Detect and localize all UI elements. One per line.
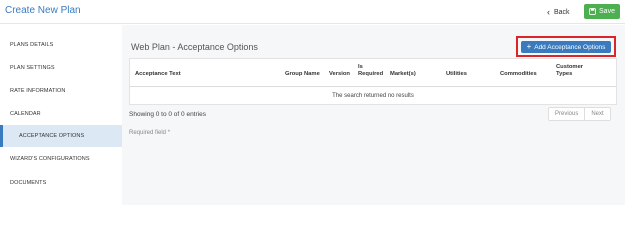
save-button[interactable]: Save	[584, 4, 620, 19]
column-header-utilities[interactable]: Utilities	[446, 71, 467, 78]
sidebar-item-label: ACCEPTANCE OPTIONS	[19, 133, 85, 139]
acceptance-options-table: Acceptance Text Group Name Version Is Re…	[129, 58, 617, 105]
sidebar-item-plan-settings[interactable]: PLAN SETTINGS	[0, 57, 122, 79]
sidebar-item-wizards-configurations[interactable]: WIZARD'S CONFIGURATIONS	[0, 148, 122, 170]
required-field-note: Required field *	[129, 130, 171, 136]
pagination: Previous Next	[548, 107, 611, 121]
add-button-label: Add Acceptance Options	[534, 43, 606, 51]
column-header-is-required[interactable]: Is Required	[358, 64, 383, 78]
sidebar: PLANS DETAILS PLAN SETTINGS RATE INFORMA…	[0, 25, 122, 205]
sidebar-item-label: CALENDAR	[10, 111, 41, 117]
sidebar-item-rate-information[interactable]: RATE INFORMATION	[0, 80, 122, 102]
back-label: Back	[554, 8, 570, 16]
sidebar-item-label: PLANS DETAILS	[10, 42, 54, 48]
save-label: Save	[599, 8, 615, 15]
plus-icon: +	[526, 42, 532, 51]
empty-table-message: The search returned no results	[332, 92, 414, 99]
column-header-acceptance-text[interactable]: Acceptance Text	[135, 71, 181, 78]
section-title: Web Plan - Acceptance Options	[131, 42, 258, 52]
previous-page-button[interactable]: Previous	[549, 108, 586, 120]
sidebar-item-documents[interactable]: DOCUMENTS	[0, 172, 122, 194]
sidebar-item-plans-details[interactable]: PLANS DETAILS	[0, 34, 122, 56]
top-bar: Create New Plan ‹ Back Save	[0, 0, 625, 24]
column-header-customer-types[interactable]: Customer Types	[556, 64, 583, 78]
column-header-version[interactable]: Version	[329, 71, 350, 78]
entries-info: Showing 0 to 0 of 0 entries	[129, 111, 206, 118]
sidebar-item-acceptance-options[interactable]: ACCEPTANCE OPTIONS	[0, 125, 122, 147]
page-title: Create New Plan	[5, 5, 81, 16]
chevron-left-icon: ‹	[547, 6, 550, 17]
column-header-group-name[interactable]: Group Name	[285, 71, 320, 78]
column-header-commodities[interactable]: Commodities	[500, 71, 537, 78]
sidebar-item-label: DOCUMENTS	[10, 180, 47, 186]
sidebar-item-label: PLAN SETTINGS	[10, 65, 55, 71]
column-header-markets[interactable]: Market(s)	[390, 71, 416, 78]
sidebar-item-label: WIZARD'S CONFIGURATIONS	[10, 156, 90, 162]
sidebar-item-calendar[interactable]: CALENDAR	[0, 103, 122, 125]
main-content: Web Plan - Acceptance Options + Add Acce…	[122, 25, 625, 205]
highlight-frame: + Add Acceptance Options	[516, 36, 616, 57]
next-page-button[interactable]: Next	[585, 108, 609, 120]
save-icon	[589, 8, 596, 15]
back-button[interactable]: ‹ Back	[547, 5, 570, 19]
sidebar-item-label: RATE INFORMATION	[10, 88, 66, 94]
add-acceptance-options-button[interactable]: + Add Acceptance Options	[521, 41, 611, 53]
